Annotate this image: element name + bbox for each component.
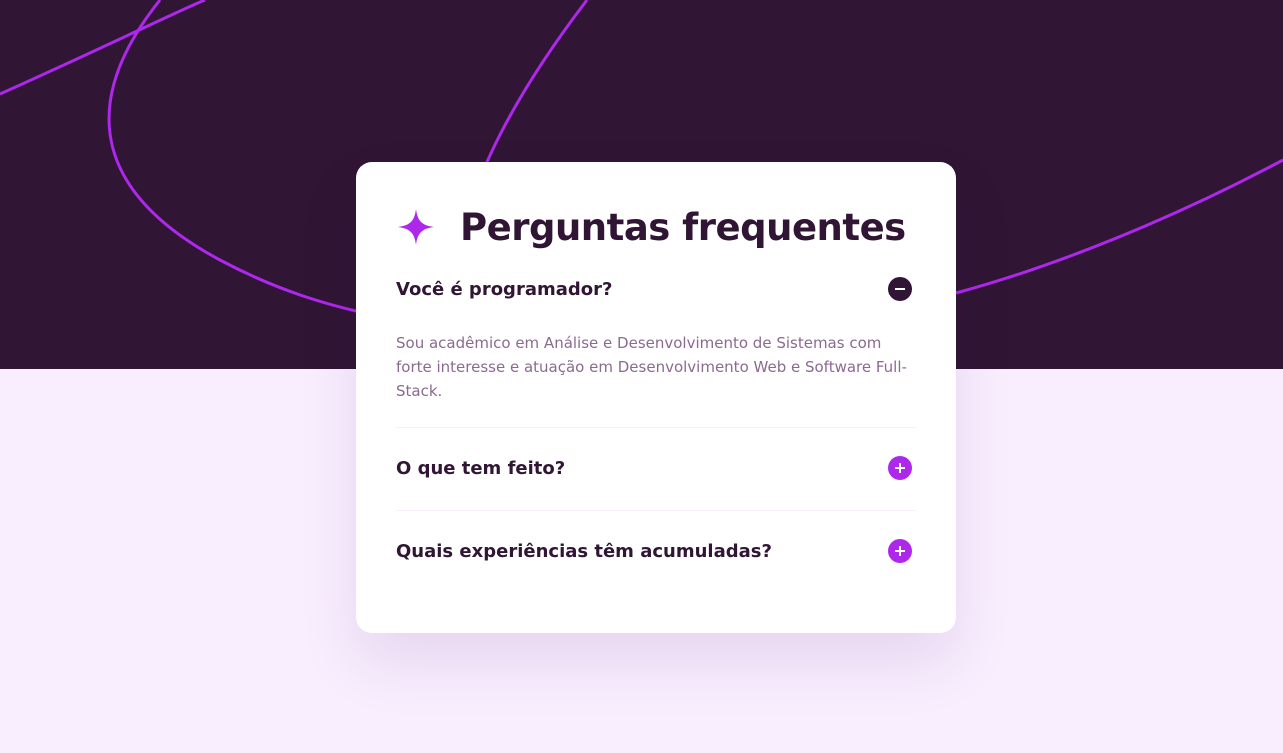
faq-question-button[interactable]: Você é programador? — [396, 277, 916, 301]
star-icon — [396, 207, 436, 247]
page-title: Perguntas frequentes — [460, 205, 906, 249]
faq-question[interactable]: O que tem feito? — [396, 458, 565, 479]
faq-question-button[interactable]: O que tem feito? — [396, 456, 916, 480]
plus-icon[interactable] — [888, 539, 912, 563]
faq-card: Perguntas frequentes Você é programador?… — [356, 162, 956, 633]
divider — [396, 427, 916, 428]
faq-item: Você é programador? Sou acadêmico em Aná… — [396, 277, 916, 403]
plus-icon[interactable] — [888, 456, 912, 480]
faq-question[interactable]: Você é programador? — [396, 279, 612, 300]
faq-answer: Sou acadêmico em Análise e Desenvolvimen… — [396, 334, 907, 400]
divider — [396, 510, 916, 511]
faq-question-button[interactable]: Quais experiências têm acumuladas? — [396, 539, 916, 563]
faq-header: Perguntas frequentes — [396, 202, 906, 252]
faq-item: O que tem feito? — [396, 456, 916, 480]
faq-question[interactable]: Quais experiências têm acumuladas? — [396, 541, 772, 562]
faq-item: Quais experiências têm acumuladas? — [396, 539, 916, 563]
minus-icon[interactable] — [888, 277, 912, 301]
